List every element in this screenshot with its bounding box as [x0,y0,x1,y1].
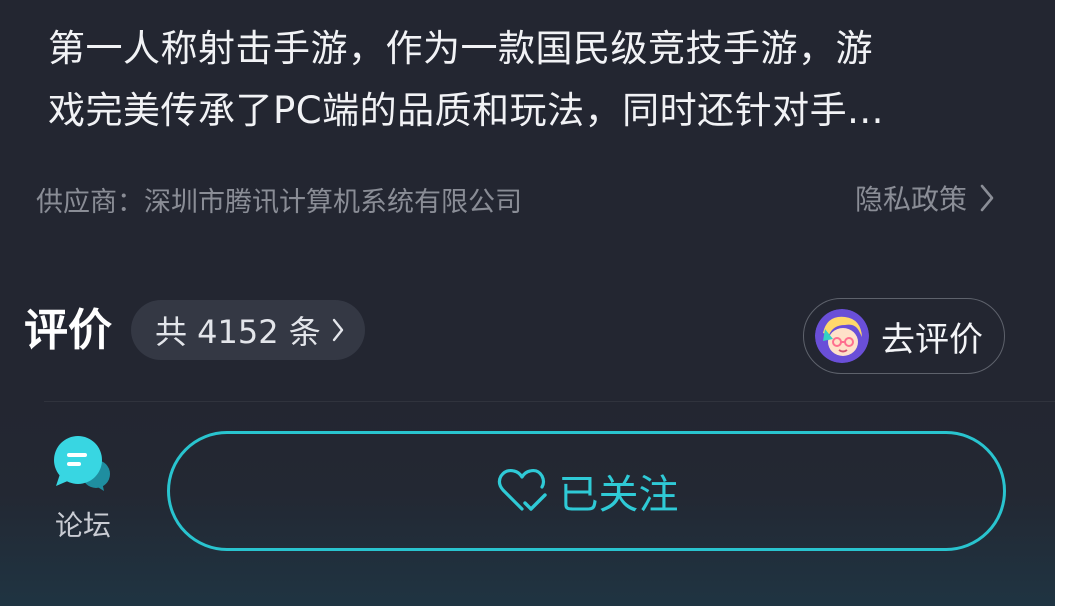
description-partial-line [48,0,1008,4]
chevron-right-icon [332,318,343,342]
write-review-label: 去评价 [881,319,983,360]
privacy-policy-label: 隐私政策 [854,183,967,216]
supplier-info: 供应商：深圳市腾讯计算机系统有限公司 [36,187,522,218]
forum-button[interactable]: 论坛 [52,436,114,544]
follow-button[interactable]: 已关注 [167,431,1006,551]
avatar [815,309,869,363]
description-line-2: 戏完美传承了PC端的品质和玩法，同时还针对手... [48,89,884,132]
heart-check-icon [497,468,547,511]
bottom-action-bar: 论坛 已关注 [0,402,1055,606]
follow-label: 已关注 [558,472,679,518]
description-line-1: 第一人称射击手游，作为一款国民级竞技手游，游 [48,27,873,70]
review-count-label: 共 4152 条 [155,313,321,351]
privacy-policy-link[interactable]: 隐私政策 [855,178,995,218]
write-review-button[interactable]: 去评价 [803,298,1005,374]
chevron-right-icon [980,184,994,212]
app-description[interactable]: 第一人称射击手游，作为一款国民级竞技手游，游 戏完美传承了PC端的品质和玩法，同… [48,18,978,142]
app-detail-page: 第一人称射击手游，作为一款国民级竞技手游，游 戏完美传承了PC端的品质和玩法，同… [0,0,1055,606]
chat-bubble-icon [54,436,110,491]
reviews-heading: 评价 [24,305,112,356]
forum-label: 论坛 [54,509,111,542]
review-count-button[interactable]: 共 4152 条 [131,300,365,360]
